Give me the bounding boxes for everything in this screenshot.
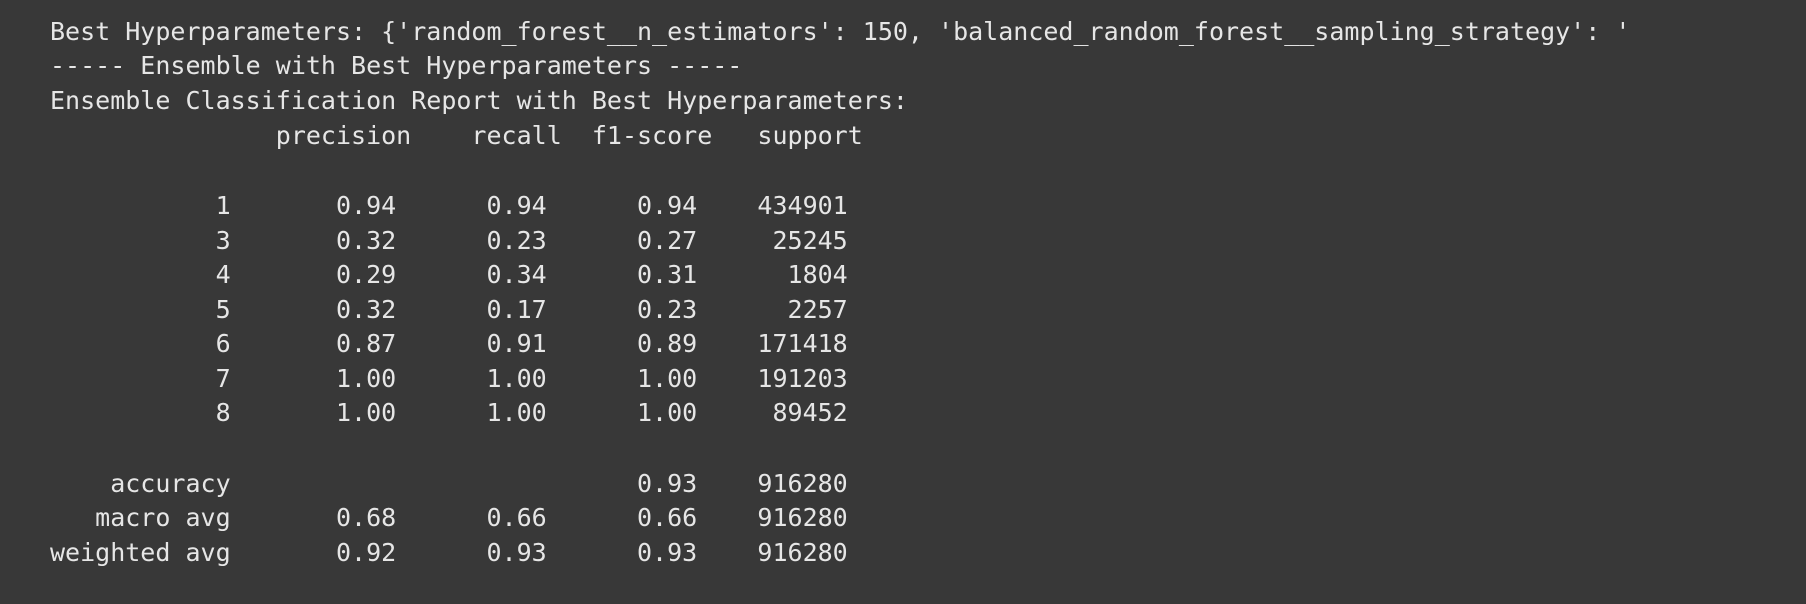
class-row-5: 5 0.32 0.17 0.23 2257 (50, 295, 848, 324)
class-row-7: 7 1.00 1.00 1.00 191203 (50, 364, 848, 393)
accuracy-row: accuracy 0.93 916280 (50, 469, 848, 498)
ensemble-header-line: ----- Ensemble with Best Hyperparameters… (50, 51, 743, 80)
terminal-output-panel: Best Hyperparameters: {'random_forest__n… (0, 0, 1806, 604)
class-row-4: 4 0.29 0.34 0.31 1804 (50, 260, 848, 289)
report-title-line: Ensemble Classification Report with Best… (50, 86, 908, 115)
class-row-3: 3 0.32 0.23 0.27 25245 (50, 226, 848, 255)
weighted-avg-row: weighted avg 0.92 0.93 0.93 916280 (50, 538, 848, 567)
class-row-1: 1 0.94 0.94 0.94 434901 (50, 191, 848, 220)
class-row-6: 6 0.87 0.91 0.89 171418 (50, 329, 848, 358)
best-hyperparameters-line: Best Hyperparameters: {'random_forest__n… (50, 17, 1631, 46)
class-row-8: 8 1.00 1.00 1.00 89452 (50, 398, 848, 427)
report-header-row: precision recall f1-score support (50, 121, 863, 150)
macro-avg-row: macro avg 0.68 0.66 0.66 916280 (50, 503, 848, 532)
